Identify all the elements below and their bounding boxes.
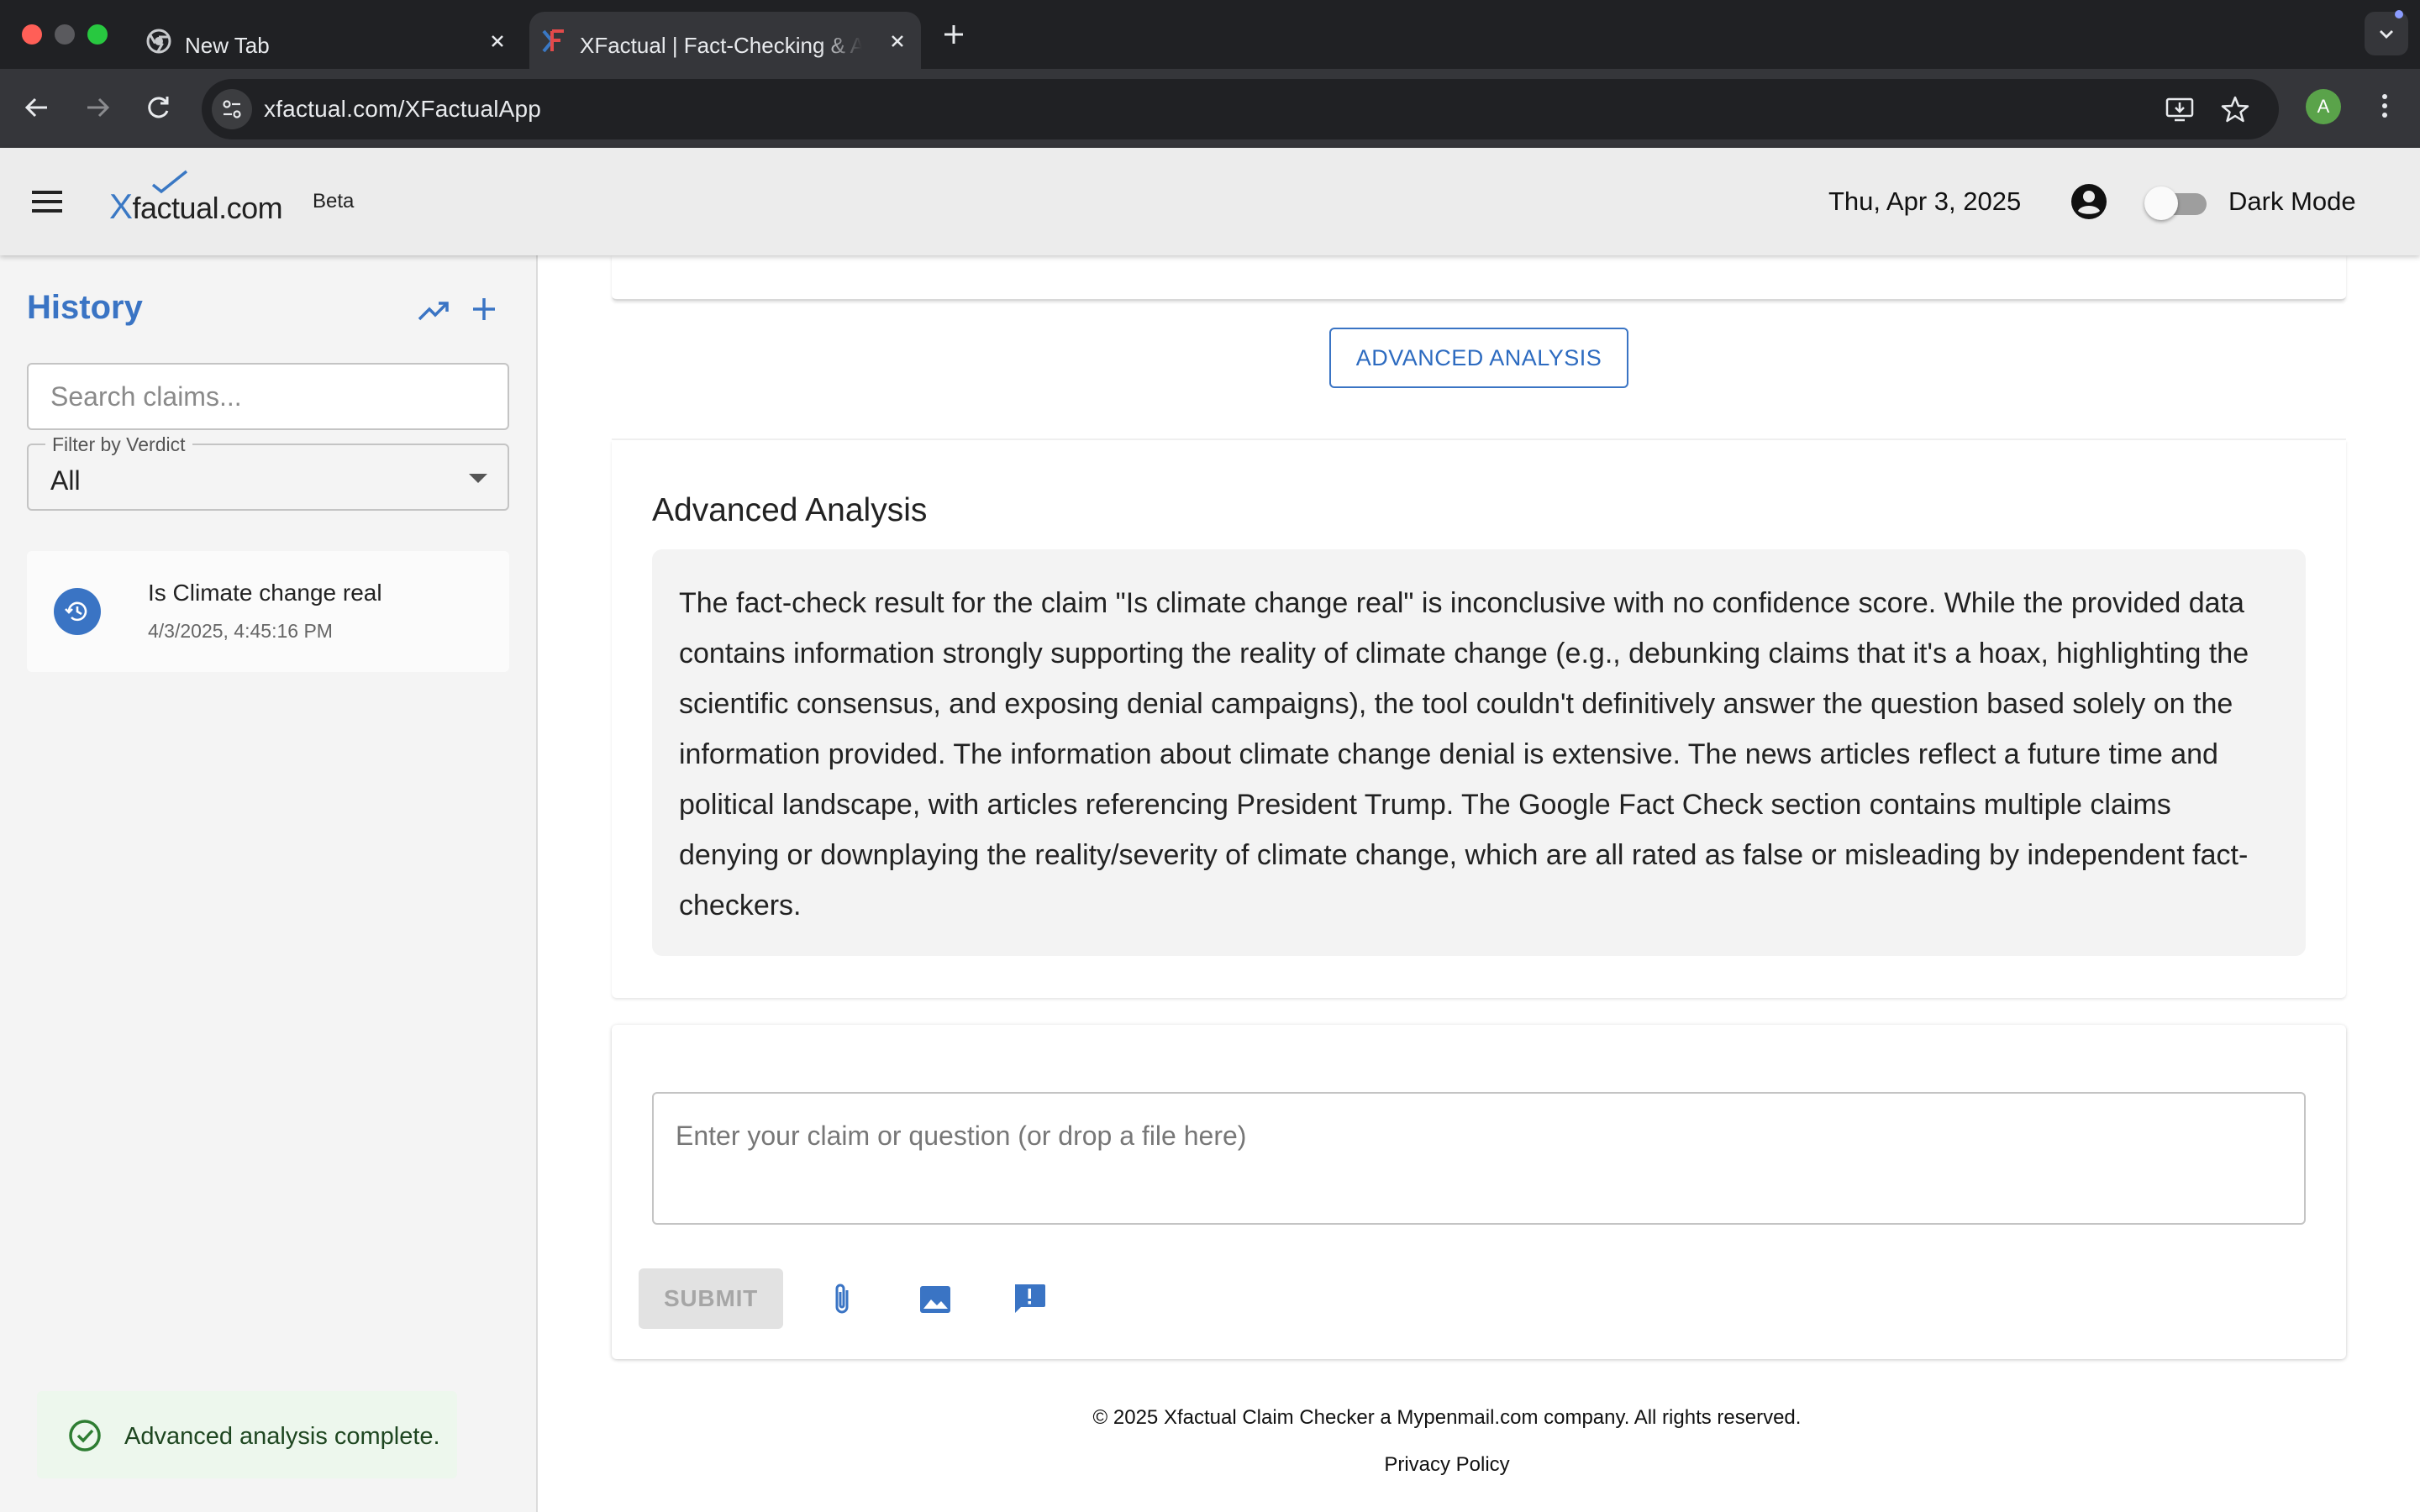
reload-icon[interactable] bbox=[141, 91, 175, 124]
toggle-thumb bbox=[2144, 186, 2178, 220]
dark-mode-toggle[interactable] bbox=[2144, 185, 2208, 220]
history-title: History bbox=[27, 289, 143, 326]
chevron-down-icon bbox=[2380, 30, 2393, 39]
search-input[interactable] bbox=[29, 365, 508, 428]
claim-input-card: SUBMIT bbox=[612, 1025, 2346, 1359]
chrome-icon bbox=[146, 29, 171, 54]
url-text[interactable]: xfactual.com/XFactualApp bbox=[264, 96, 541, 123]
logo-text: Xfactual.com bbox=[109, 186, 283, 227]
result-card-bottom bbox=[612, 255, 2346, 301]
submit-button[interactable]: SUBMIT bbox=[639, 1268, 783, 1329]
account-icon[interactable] bbox=[2069, 181, 2109, 222]
notification-dot bbox=[2395, 10, 2403, 18]
xfactual-logo[interactable]: Xfactual.com bbox=[109, 170, 311, 237]
current-date: Thu, Apr 3, 2025 bbox=[1828, 186, 2022, 216]
star-icon[interactable] bbox=[2220, 94, 2250, 124]
advanced-analysis-button[interactable]: ADVANCED ANALYSIS bbox=[1329, 328, 1628, 388]
privacy-policy-link[interactable]: Privacy Policy bbox=[539, 1453, 2354, 1477]
attach-icon[interactable] bbox=[823, 1280, 862, 1319]
window-zoom-button[interactable] bbox=[87, 24, 108, 45]
menu-icon[interactable] bbox=[29, 185, 66, 218]
history-avatar bbox=[54, 588, 101, 635]
feedback-icon[interactable] bbox=[1010, 1280, 1049, 1319]
browser-tab-new-tab[interactable]: New Tab bbox=[134, 12, 521, 69]
search-claims-field[interactable] bbox=[27, 363, 509, 430]
logo-x: X bbox=[109, 186, 133, 226]
success-snackbar: Advanced analysis complete. bbox=[37, 1391, 457, 1478]
claim-textarea[interactable] bbox=[654, 1094, 2304, 1223]
beta-badge: Beta bbox=[313, 190, 355, 213]
tab-title: New Tab bbox=[185, 33, 270, 58]
dark-mode-label: Dark Mode bbox=[2228, 186, 2356, 216]
plus-icon[interactable] bbox=[939, 20, 968, 49]
browser-toolbar: xfactual.com/XFactualApp A bbox=[0, 69, 2420, 148]
forward-icon[interactable] bbox=[81, 91, 114, 124]
history-sidebar: History Filter by Verdict All Is Climate… bbox=[0, 255, 538, 1512]
close-icon[interactable] bbox=[886, 29, 909, 53]
main-content: ADVANCED ANALYSIS Advanced Analysis The … bbox=[539, 255, 2420, 1512]
analysis-text: The fact-check result for the claim "Is … bbox=[652, 549, 2306, 956]
app-header: Xfactual.com Beta Thu, Apr 3, 2025 Dark … bbox=[0, 148, 2420, 255]
dropdown-arrow-icon bbox=[469, 474, 487, 483]
history-list-item[interactable]: Is Climate change real 4/3/2025, 4:45:16… bbox=[27, 551, 509, 672]
back-icon[interactable] bbox=[20, 91, 54, 124]
verdict-filter-select[interactable]: Filter by Verdict All bbox=[27, 433, 509, 511]
window-close-button[interactable] bbox=[22, 24, 42, 45]
footer-copyright: © 2025 Xfactual Claim Checker a Mypenmai… bbox=[1092, 1406, 1802, 1429]
kebab-icon[interactable] bbox=[2368, 89, 2402, 123]
trending-up-icon[interactable] bbox=[415, 292, 452, 329]
address-bar[interactable]: xfactual.com/XFactualApp bbox=[202, 79, 2279, 139]
window-minimize-button[interactable] bbox=[55, 24, 75, 45]
tab-title: XFactual | Fact-Checking & Analysis bbox=[580, 33, 862, 58]
snackbar-message: Advanced analysis complete. bbox=[124, 1423, 440, 1450]
new-claim-plus-icon[interactable] bbox=[467, 292, 501, 326]
site-settings-button[interactable] bbox=[212, 89, 252, 129]
image-icon[interactable] bbox=[916, 1280, 955, 1319]
profile-avatar[interactable]: A bbox=[2306, 89, 2341, 124]
logo-rest: factual.com bbox=[132, 191, 283, 225]
history-claim-text: Is Climate change real bbox=[148, 580, 382, 606]
history-icon bbox=[65, 601, 87, 622]
browser-tab-xfactual[interactable]: XFactual | Fact-Checking & Analysis bbox=[529, 12, 921, 69]
close-icon[interactable] bbox=[486, 29, 509, 53]
analysis-heading: Advanced Analysis bbox=[652, 492, 928, 528]
check-circle-icon bbox=[69, 1420, 101, 1452]
browser-tabstrip: New Tab XFactual | Fact-Checking & Analy… bbox=[0, 0, 2420, 69]
site-settings-icon bbox=[223, 100, 241, 118]
claim-input-field[interactable] bbox=[652, 1092, 2306, 1225]
tab-search-button[interactable] bbox=[2365, 12, 2408, 55]
install-icon[interactable] bbox=[2165, 94, 2195, 124]
xfactual-favicon bbox=[542, 29, 564, 53]
advanced-analysis-card: Advanced Analysis The fact-check result … bbox=[612, 440, 2346, 998]
filter-value: All bbox=[50, 465, 81, 496]
filter-label: Filter by Verdict bbox=[45, 433, 192, 456]
history-timestamp: 4/3/2025, 4:45:16 PM bbox=[148, 620, 333, 642]
